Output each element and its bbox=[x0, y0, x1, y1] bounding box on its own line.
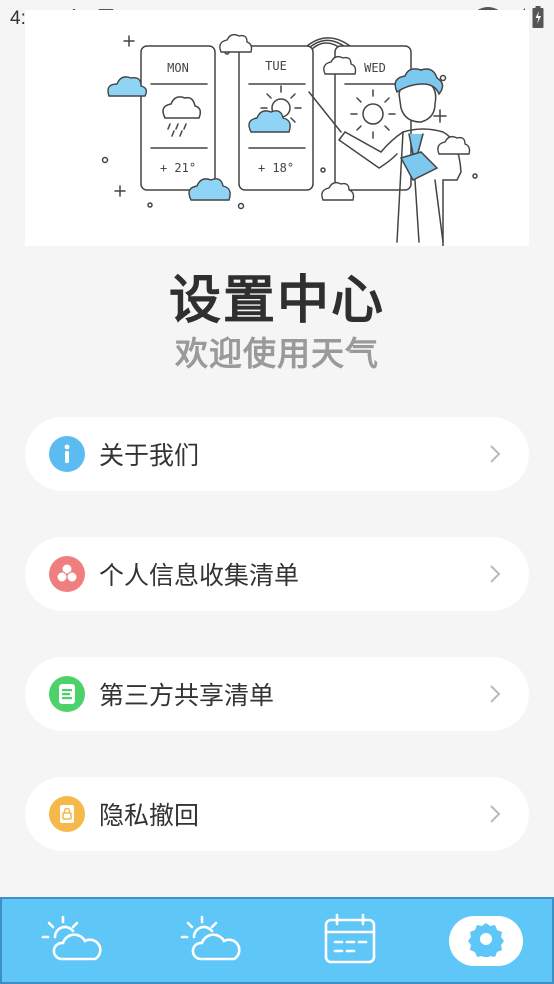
chevron-right-icon bbox=[475, 444, 515, 464]
page-subtitle: 欢迎使用天气 bbox=[175, 334, 379, 373]
menu-item-privacy-withdraw[interactable]: 隐私撤回 bbox=[25, 777, 529, 851]
weather-illustration: MON TUE WED + 21° + 18° bbox=[25, 10, 529, 246]
personal-info-icon bbox=[49, 556, 85, 592]
nav-tab-calendar[interactable] bbox=[310, 906, 390, 976]
settings-gear-icon bbox=[467, 921, 504, 961]
nav-tab-weather-today[interactable] bbox=[32, 906, 112, 976]
card-mon-temp: + 21° bbox=[160, 161, 196, 175]
card-wed-day: WED bbox=[364, 61, 386, 75]
page-title: 设置中心 bbox=[168, 271, 385, 331]
chevron-right-icon bbox=[475, 684, 515, 704]
menu-item-personal-info-list[interactable]: 个人信息收集清单 bbox=[25, 537, 529, 611]
chevron-right-icon bbox=[475, 804, 515, 824]
menu-item-label: 关于我们 bbox=[99, 441, 200, 470]
weather-sun-cloud-icon bbox=[180, 913, 242, 969]
privacy-icon bbox=[49, 796, 85, 832]
share-list-icon bbox=[49, 676, 85, 712]
menu-item-third-party-sharing[interactable]: 第三方共享清单 bbox=[25, 657, 529, 731]
menu-item-label: 第三方共享清单 bbox=[99, 681, 275, 710]
calendar-icon bbox=[323, 913, 377, 969]
battery-charging-icon bbox=[532, 6, 544, 32]
menu-item-about-us[interactable]: 关于我们 bbox=[25, 417, 529, 491]
bottom-navigation bbox=[0, 897, 554, 984]
card-tue-day: TUE bbox=[265, 59, 287, 73]
menu-item-label: 隐私撤回 bbox=[99, 801, 200, 830]
info-icon bbox=[49, 436, 85, 472]
card-tue-temp: + 18° bbox=[258, 161, 294, 175]
chevron-right-icon bbox=[475, 564, 515, 584]
card-mon-day: MON bbox=[167, 61, 189, 75]
menu-item-label: 个人信息收集清单 bbox=[99, 561, 300, 590]
weather-sun-cloud-icon bbox=[41, 913, 103, 969]
nav-tab-weather-forecast[interactable] bbox=[171, 906, 251, 976]
nav-tab-settings[interactable] bbox=[448, 915, 523, 966]
